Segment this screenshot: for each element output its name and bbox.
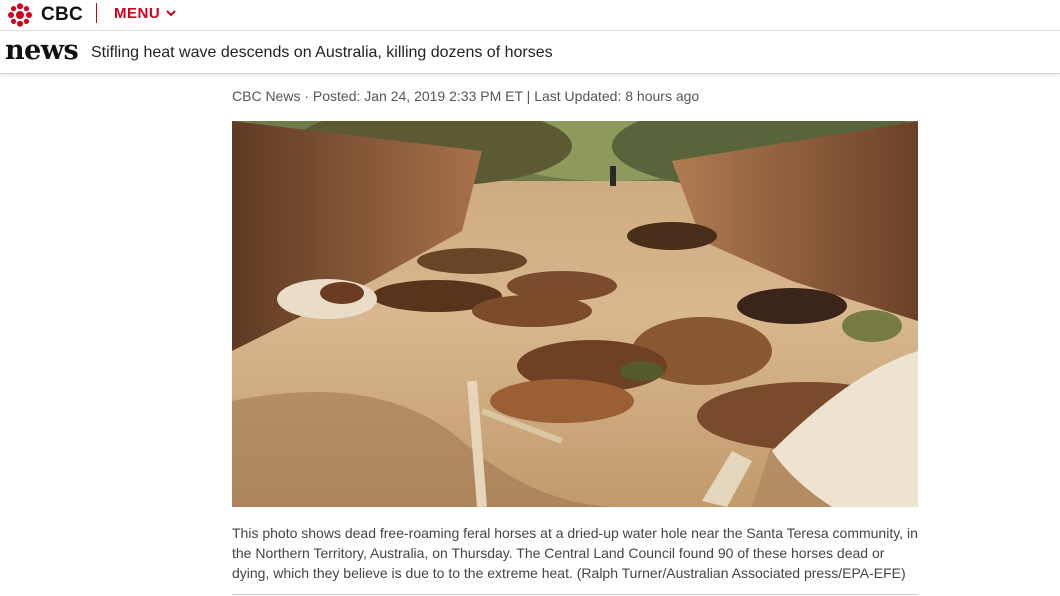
menu-label: MENU <box>114 5 161 22</box>
news-logo[interactable]: news <box>5 35 79 66</box>
article-byline: CBC News · Posted: Jan 24, 2019 2:33 PM … <box>232 88 700 104</box>
news-section-bar: news Stifling heat wave descends on Aust… <box>0 31 1060 74</box>
cbc-logo-text[interactable]: CBC <box>41 4 83 26</box>
page-headline: Stifling heat wave descends on Australia… <box>91 44 553 61</box>
header-divider <box>96 3 97 23</box>
menu-button[interactable]: MENU <box>114 5 176 22</box>
chevron-down-icon <box>166 10 176 17</box>
top-bar: CBC MENU <box>0 0 1060 31</box>
cbc-gem-icon[interactable] <box>7 3 33 27</box>
photo-caption: This photo shows dead free-roaming feral… <box>232 525 918 581</box>
photo-illustration <box>232 121 918 507</box>
caption-divider <box>232 594 918 595</box>
article-photo[interactable] <box>232 121 918 507</box>
